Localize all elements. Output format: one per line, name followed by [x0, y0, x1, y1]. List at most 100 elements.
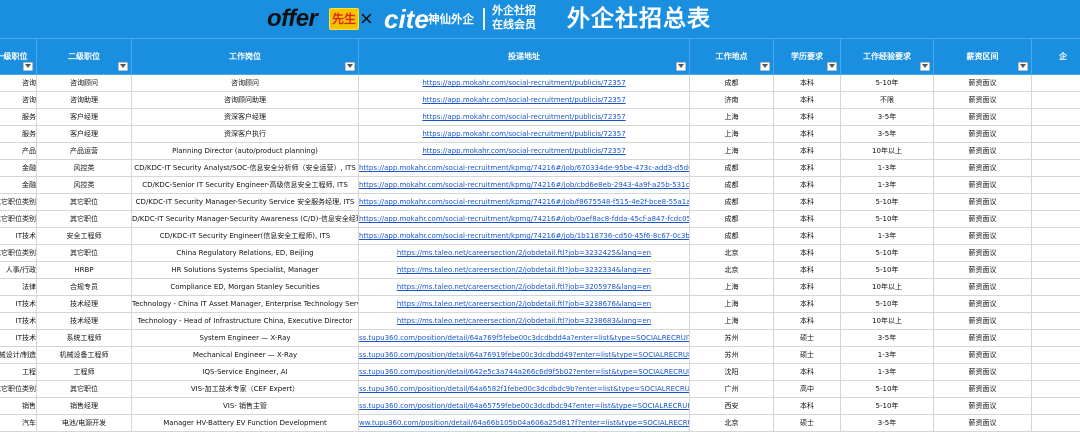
location-cell: 成都: [690, 211, 774, 228]
apply-url-link[interactable]: https://app.mokahr.com/social-recruitmen…: [359, 177, 690, 194]
salary-cell: 薪资面议: [934, 228, 1032, 245]
education-cell: 本科: [774, 398, 841, 415]
education-cell: 本科: [774, 364, 841, 381]
apply-url-link[interactable]: https://ms.taleo.net/careersection/2/job…: [359, 279, 690, 296]
education-cell: 本科: [774, 211, 841, 228]
apply-url-link[interactable]: ss.tupu360.com/position/detail/64a65759f…: [359, 398, 690, 415]
table-row: 产品产品运营Planning Director (auto/product pl…: [0, 143, 1080, 160]
company-cell: [1032, 245, 1080, 262]
filter-icon[interactable]: [23, 62, 33, 71]
position-cell: 咨询顾问: [132, 75, 359, 92]
location-cell: 成都: [690, 228, 774, 245]
salary-cell: 薪资面议: [934, 126, 1032, 143]
apply-url-link[interactable]: https://app.mokahr.com/social-recruitmen…: [359, 92, 690, 109]
experience-cell: 3-5年: [841, 109, 934, 126]
level1-cell: 汽车: [0, 415, 37, 432]
table-row: 咨询咨询助理咨询顾问助理https://app.mokahr.com/socia…: [0, 92, 1080, 109]
filter-icon[interactable]: [676, 62, 686, 71]
salary-cell: 薪资面议: [934, 160, 1032, 177]
position-cell: CD/KDC-IT Security Analyst/SOC-信息安全分析师（安…: [132, 160, 359, 177]
salary-cell: 薪资面议: [934, 194, 1032, 211]
education-cell: 本科: [774, 143, 841, 160]
col-header-level2[interactable]: 二级职位: [37, 39, 132, 75]
apply-url-link[interactable]: https://ms.taleo.net/careersection/2/job…: [359, 296, 690, 313]
table-row: IT技术安全工程师CD/KDC-IT Security Engineer(信息安…: [0, 228, 1080, 245]
level2-cell: 咨询助理: [37, 92, 132, 109]
apply-url-link[interactable]: ss.tupu360.com/position/detail/642e5c3a7…: [359, 364, 690, 381]
table-row: 汽车电池/电源开发Manager HV-Battery EV Function …: [0, 415, 1080, 432]
location-cell: 北京: [690, 245, 774, 262]
apply-url-link[interactable]: https://ms.taleo.net/careersection/2/job…: [359, 262, 690, 279]
apply-url-link[interactable]: https://app.mokahr.com/social-recruitmen…: [359, 143, 690, 160]
apply-url-link[interactable]: ss.tupu360.com/position/detail/64a769f5f…: [359, 330, 690, 347]
company-cell: [1032, 262, 1080, 279]
apply-url-link[interactable]: https://ms.taleo.net/careersection/2/job…: [359, 313, 690, 330]
col-header-label: 二级职位: [37, 50, 131, 64]
col-header-location[interactable]: 工作地点: [690, 39, 774, 75]
col-header-education[interactable]: 学历要求: [774, 39, 841, 75]
cite-logo-text: cite: [384, 5, 429, 33]
apply-url-link[interactable]: ss.tupu360.com/position/detail/64a76919f…: [359, 347, 690, 364]
offer-logo-text: offer: [267, 6, 317, 32]
filter-icon[interactable]: [118, 62, 128, 71]
company-cell: [1032, 177, 1080, 194]
level1-cell: 销售: [0, 398, 37, 415]
apply-url-link[interactable]: https://app.mokahr.com/social-recruitmen…: [359, 228, 690, 245]
experience-cell: 1-3年: [841, 177, 934, 194]
experience-cell: 5-10年: [841, 296, 934, 313]
apply-url-link[interactable]: https://app.mokahr.com/social-recruitmen…: [359, 109, 690, 126]
education-cell: 硕士: [774, 347, 841, 364]
apply-url-link[interactable]: https://ms.taleo.net/careersection/2/job…: [359, 245, 690, 262]
apply-url-link[interactable]: https://app.mokahr.com/social-recruitmen…: [359, 126, 690, 143]
apply-url-link[interactable]: https://app.mokahr.com/social-recruitmen…: [359, 211, 690, 228]
table-row: 金融风控类CD/KDC-IT Security Analyst/SOC-信息安全…: [0, 160, 1080, 177]
col-header-position[interactable]: 工作岗位: [132, 39, 359, 75]
location-cell: 成都: [690, 194, 774, 211]
company-cell: [1032, 364, 1080, 381]
apply-url-link[interactable]: https://app.mokahr.com/social-recruitmen…: [359, 194, 690, 211]
salary-cell: 薪资面议: [934, 143, 1032, 160]
position-cell: 咨询顾问助理: [132, 92, 359, 109]
experience-cell: 3-5年: [841, 126, 934, 143]
col-header-company[interactable]: 企: [1032, 39, 1080, 75]
position-cell: 资深客户执行: [132, 126, 359, 143]
education-cell: 本科: [774, 262, 841, 279]
apply-url-link[interactable]: ss.tupu360.com/position/detail/64a6582f1…: [359, 381, 690, 398]
col-header-apply-url[interactable]: 投递地址: [359, 39, 690, 75]
experience-cell: 不限: [841, 92, 934, 109]
filter-icon[interactable]: [345, 62, 355, 71]
education-cell: 本科: [774, 92, 841, 109]
position-cell: Compliance ED, Morgan Stanley Securities: [132, 279, 359, 296]
position-cell: Technology - China IT Asset Manager, Ent…: [132, 296, 359, 313]
experience-cell: 5-10年: [841, 75, 934, 92]
level1-cell: 其它职位类别: [0, 211, 37, 228]
level1-cell: 金融: [0, 160, 37, 177]
salary-cell: 薪资面议: [934, 415, 1032, 432]
location-cell: 济南: [690, 92, 774, 109]
col-header-experience[interactable]: 工作经验要求: [841, 39, 934, 75]
position-cell: China Regulatory Relations, ED, Beijing: [132, 245, 359, 262]
apply-url-link[interactable]: https://app.mokahr.com/social-recruitmen…: [359, 160, 690, 177]
level1-cell: IT技术: [0, 313, 37, 330]
apply-url-link[interactable]: ww.tupu360.com/position/detail/64a66b105…: [359, 415, 690, 432]
level2-cell: 客户经理: [37, 109, 132, 126]
level2-cell: 其它职位: [37, 194, 132, 211]
location-cell: 成都: [690, 75, 774, 92]
education-cell: 本科: [774, 313, 841, 330]
location-cell: 上海: [690, 279, 774, 296]
apply-url-link[interactable]: https://app.mokahr.com/social-recruitmen…: [359, 75, 690, 92]
banner-title: 外企社招总表: [567, 4, 711, 34]
col-header-salary[interactable]: 薪资区间: [934, 39, 1032, 75]
level2-cell: 客户经理: [37, 126, 132, 143]
level1-cell: 金融: [0, 177, 37, 194]
education-cell: 本科: [774, 245, 841, 262]
filter-icon[interactable]: [827, 62, 837, 71]
education-cell: 本科: [774, 75, 841, 92]
filter-icon[interactable]: [760, 62, 770, 71]
col-header-level1[interactable]: 一级职位: [0, 39, 37, 75]
member-badge: 外企社招 在线会员: [492, 4, 536, 32]
company-cell: [1032, 296, 1080, 313]
filter-icon[interactable]: [1018, 62, 1028, 71]
level2-cell: 电池/电源开发: [37, 415, 132, 432]
filter-icon[interactable]: [920, 62, 930, 71]
